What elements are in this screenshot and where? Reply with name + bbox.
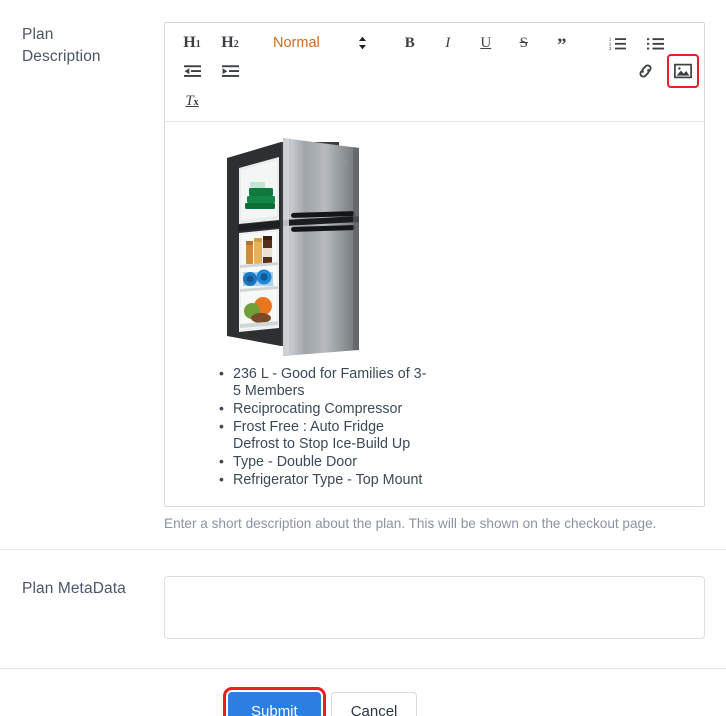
form-footer: Submit Cancel [0, 669, 726, 716]
plan-metadata-label: Plan MetaData [22, 580, 126, 597]
list-item: Type - Double Door [219, 453, 434, 471]
bullet-list-icon [647, 36, 665, 51]
plan-description-label: Plan Description [22, 26, 101, 65]
outdent-icon [183, 64, 201, 79]
submit-button[interactable]: Submit [223, 687, 326, 716]
editor-content-area[interactable]: 236 L - Good for Families of 3-5 Members… [165, 122, 704, 506]
heading-2-button[interactable]: H2 [217, 29, 243, 57]
indent-icon [221, 64, 239, 79]
clear-formatting-subscript: x [193, 97, 199, 108]
plan-form-page: Plan Description H1 H2 Normal B I U S ” … [0, 0, 726, 716]
bullet-list-button[interactable] [643, 29, 669, 57]
plan-description-help-text: Enter a short description about the plan… [164, 516, 657, 531]
list-item: 236 L - Good for Families of 3-5 Members [219, 365, 434, 400]
divider-wrap [0, 644, 726, 669]
insert-image-button[interactable] [667, 54, 699, 88]
heading-1-button[interactable]: H1 [179, 29, 205, 57]
link-button[interactable] [632, 57, 658, 85]
heading-1-subscript: 1 [195, 39, 201, 50]
plan-metadata-input[interactable] [164, 576, 705, 639]
clear-formatting-label: T [185, 92, 194, 109]
heading-1-label: H [183, 34, 196, 51]
bold-button[interactable]: B [397, 29, 423, 57]
updown-chevron-icon [358, 36, 367, 50]
editor-toolbar-row-2: Tx [179, 85, 696, 115]
strikethrough-button[interactable]: S [511, 29, 537, 57]
cancel-button[interactable]: Cancel [330, 692, 418, 716]
plan-description-row: Plan Description H1 H2 Normal B I U S ” … [0, 0, 726, 533]
plan-description-label-wrap: Plan Description [22, 22, 164, 68]
ordered-list-icon: 1 2 3 [609, 36, 627, 51]
list-item: Frost Free : Auto Fridge Defrost to Stop… [219, 418, 434, 453]
link-icon [637, 63, 654, 79]
blockquote-button[interactable]: ” [549, 29, 575, 57]
plan-description-body: H1 H2 Normal B I U S ” 1 2 3 T x • 236 L… [164, 22, 705, 533]
image-icon [674, 63, 692, 79]
indent-button[interactable] [217, 57, 243, 85]
plan-metadata-body [164, 576, 705, 644]
outdent-button[interactable] [179, 57, 205, 85]
heading-2-label: H [221, 34, 234, 51]
list-item: Reciprocating Compressor [219, 400, 434, 418]
ordered-list-button[interactable]: 1 2 3 [605, 29, 631, 57]
editor-toolbar: H1 H2 Normal B I U S ” 1 2 3 T x [165, 23, 704, 122]
format-picker-value: Normal [273, 35, 320, 51]
list-item: Refrigerator Type - Top Mount [219, 471, 434, 489]
refrigerator-image[interactable] [181, 136, 688, 358]
plan-metadata-label-wrap: Plan MetaData [22, 576, 164, 600]
divider-wrap [0, 533, 726, 550]
plan-metadata-row: Plan MetaData [0, 550, 726, 644]
rich-text-editor: H1 H2 Normal B I U S ” 1 2 3 T x • 236 L… [164, 22, 705, 507]
format-picker[interactable]: Normal [269, 29, 371, 57]
italic-button[interactable]: I [435, 29, 461, 57]
description-bullet-list: 236 L - Good for Families of 3-5 Members… [181, 365, 688, 489]
svg-text:3: 3 [609, 46, 612, 51]
heading-2-subscript: 2 [233, 39, 239, 50]
clear-formatting-button[interactable]: Tx [179, 87, 205, 115]
underline-button[interactable]: U [473, 29, 499, 57]
